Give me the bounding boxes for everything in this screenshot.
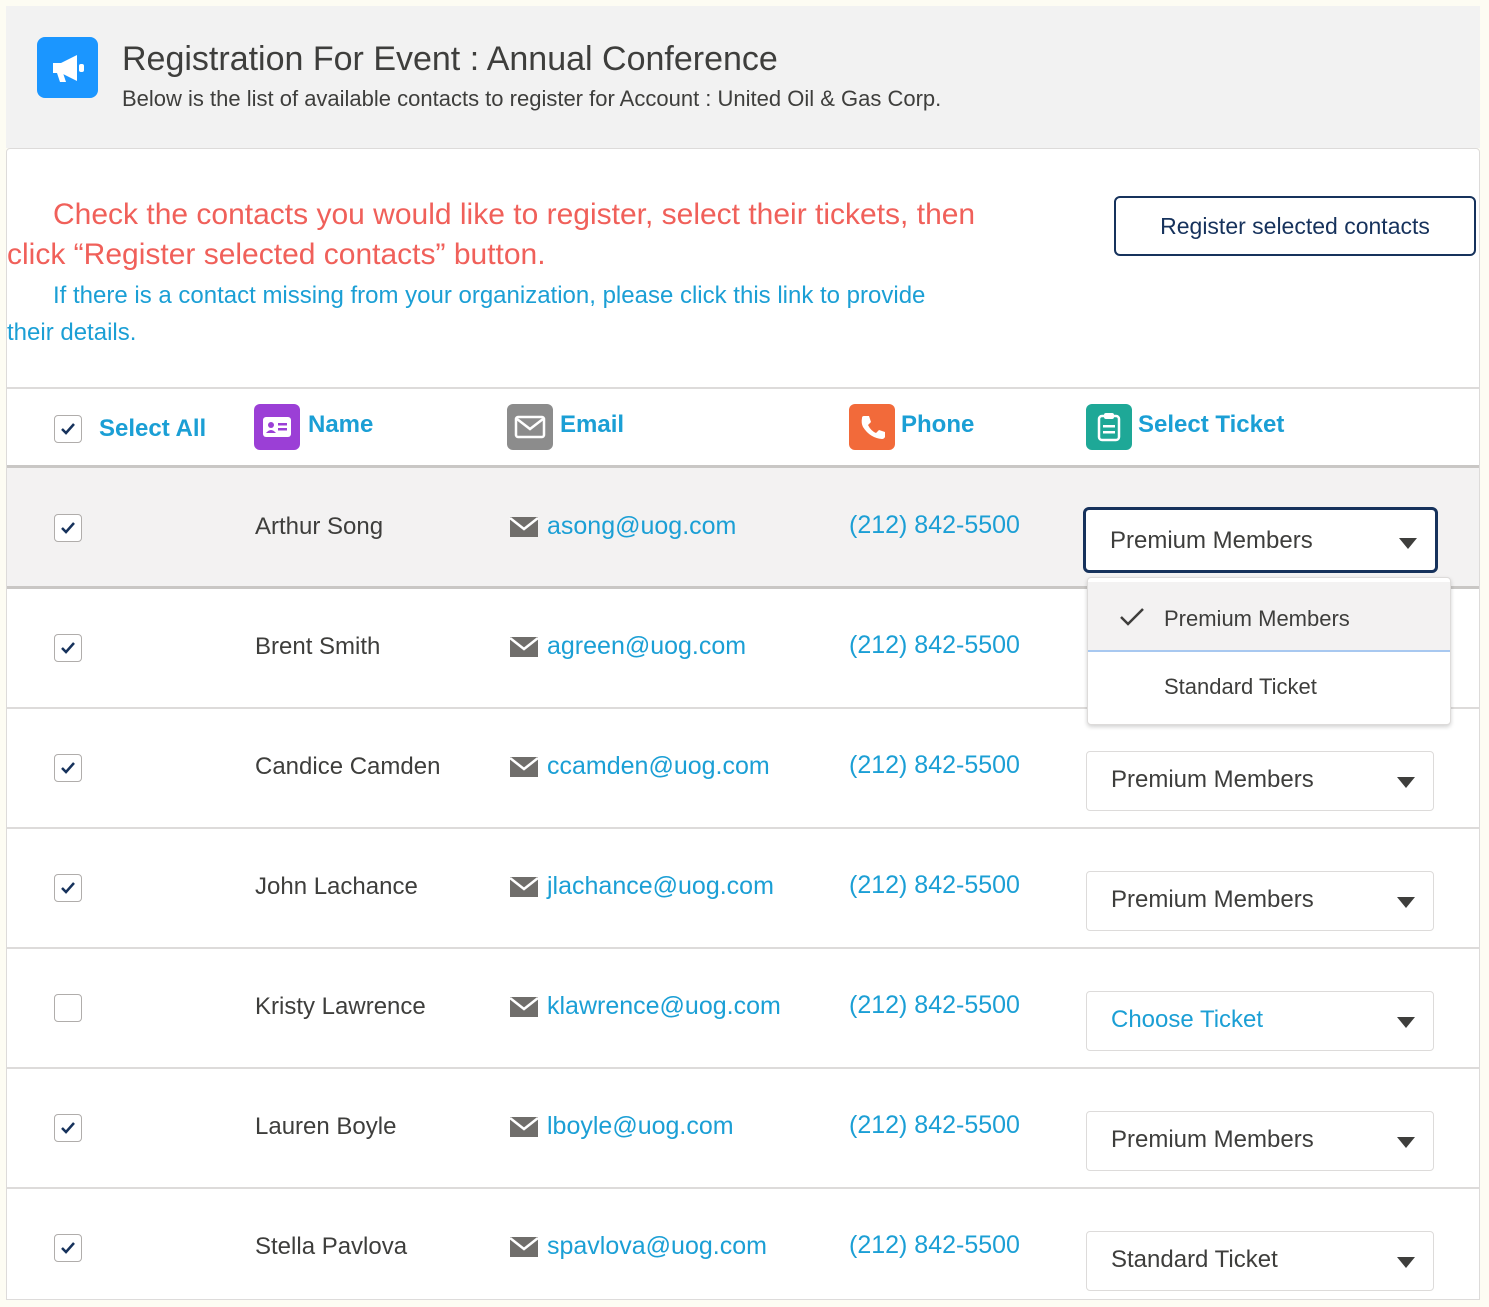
column-header-ticket[interactable]: Select Ticket [1138,411,1284,439]
ticket-select[interactable]: Choose Ticket [1086,991,1434,1051]
envelope-icon [509,636,539,657]
row-checkbox[interactable] [54,874,82,902]
chevron-down-icon [1399,538,1417,549]
email-icon [507,404,553,450]
envelope-icon [509,1116,539,1137]
ticket-select[interactable]: Premium Members [1086,1111,1434,1171]
megaphone-icon [37,37,98,98]
envelope-icon [509,996,539,1017]
checkmark-icon [61,423,75,435]
contact-phone[interactable]: (212) 842-5500 [849,991,1020,1020]
ticket-select-value: Standard Ticket [1111,1246,1278,1273]
select-all-checkbox[interactable] [54,415,82,443]
ticket-dropdown-menu: Premium Members Standard Ticket [1087,577,1451,725]
chevron-down-icon [1397,777,1415,788]
ticket-select-value: Premium Members [1111,766,1314,793]
ticket-select-value: Premium Members [1110,527,1313,554]
page-subtitle: Below is the list of available contacts … [122,86,942,111]
register-selected-button[interactable]: Register selected contacts [1114,196,1476,256]
ticket-select[interactable]: Premium Members [1083,507,1438,573]
contact-email[interactable]: spavlova@uog.com [547,1232,767,1261]
contact-name: Lauren Boyle [255,1113,397,1140]
contact-phone[interactable]: (212) 842-5500 [849,751,1020,780]
contact-name: John Lachance [255,873,418,900]
contact-phone[interactable]: (212) 842-5500 [849,1111,1020,1140]
contact-email-link[interactable]: agreen@uog.com [509,632,746,661]
row-checkbox[interactable] [54,754,82,782]
divider [7,387,1479,389]
table-row: Lauren Boyle lboyle@uog.com (212) 842-55… [7,1069,1479,1187]
ticket-select[interactable]: Premium Members [1086,751,1434,811]
row-checkbox[interactable] [54,514,82,542]
contact-email-link[interactable]: klawrence@uog.com [509,992,781,1021]
contact-name: Stella Pavlova [255,1233,408,1260]
contact-email[interactable]: ccamden@uog.com [547,752,770,781]
contact-email[interactable]: agreen@uog.com [547,632,746,661]
contact-phone[interactable]: (212) 842-5500 [849,1231,1020,1260]
checkmark-icon [61,882,75,894]
missing-contact-link[interactable]: If there is a contact missing from your … [7,277,967,351]
ticket-select[interactable]: Premium Members [1086,871,1434,931]
contact-email-link[interactable]: jlachance@uog.com [509,872,774,901]
column-header-name[interactable]: Name [308,411,373,439]
contact-phone[interactable]: (212) 842-5500 [849,511,1020,540]
table-row: John Lachance jlachance@uog.com (212) 84… [7,829,1479,947]
ticket-select-placeholder: Choose Ticket [1111,1006,1264,1033]
contact-email[interactable]: lboyle@uog.com [547,1112,734,1141]
table-row: Arthur Song asong@uog.com (212) 842-5500… [7,468,1479,586]
envelope-icon [509,756,539,777]
ticket-option-standard[interactable]: Standard Ticket [1088,652,1450,722]
ticket-option-label: Standard Ticket [1164,674,1317,699]
row-checkbox[interactable] [54,1114,82,1142]
contact-name: Kristy Lawrence [255,993,426,1020]
envelope-icon [509,876,539,897]
ticket-select-value: Premium Members [1111,886,1314,913]
ticket-option-label: Premium Members [1164,606,1350,631]
page-header: Registration For Event : Annual Conferen… [6,6,1480,148]
checkmark-icon [61,1122,75,1134]
chevron-down-icon [1397,1137,1415,1148]
checkmark-icon [61,762,75,774]
checkmark-icon [61,642,75,654]
chevron-down-icon [1397,897,1415,908]
contact-name: Arthur Song [255,513,384,540]
contact-name: Brent Smith [255,633,381,660]
clipboard-icon [1086,404,1132,450]
contact-email-link[interactable]: lboyle@uog.com [509,1112,734,1141]
registration-card: Check the contacts you would like to reg… [6,148,1480,1300]
table-row: Kristy Lawrence klawrence@uog.com (212) … [7,949,1479,1067]
checkmark-icon [61,522,75,534]
select-all-label[interactable]: Select All [99,415,206,443]
contact-email[interactable]: jlachance@uog.com [547,872,774,901]
contact-email[interactable]: klawrence@uog.com [547,992,781,1021]
checkmark-icon [1120,608,1144,626]
phone-icon [849,404,895,450]
contact-phone[interactable]: (212) 842-5500 [849,631,1020,660]
contact-name: Candice Camden [255,753,441,780]
contact-email-link[interactable]: asong@uog.com [509,512,736,541]
instructions-text: Check the contacts you would like to reg… [7,198,976,271]
contact-email-link[interactable]: spavlova@uog.com [509,1232,767,1261]
row-checkbox[interactable] [54,634,82,662]
ticket-select[interactable]: Standard Ticket [1086,1231,1434,1291]
page-title: Registration For Event : Annual Conferen… [122,40,778,78]
chevron-down-icon [1397,1017,1415,1028]
ticket-option-premium[interactable]: Premium Members [1088,582,1450,652]
row-checkbox[interactable] [54,1234,82,1262]
contact-email[interactable]: asong@uog.com [547,512,736,541]
table-row: Candice Camden ccamden@uog.com (212) 842… [7,709,1479,827]
envelope-icon [509,1236,539,1257]
column-header-email[interactable]: Email [560,411,624,439]
chevron-down-icon [1397,1257,1415,1268]
contact-card-icon [254,404,300,450]
contact-phone[interactable]: (212) 842-5500 [849,871,1020,900]
contact-email-link[interactable]: ccamden@uog.com [509,752,770,781]
table-row: Stella Pavlova spavlova@uog.com (212) 84… [7,1189,1479,1307]
envelope-icon [509,516,539,537]
column-header-phone[interactable]: Phone [901,411,974,439]
ticket-select-value: Premium Members [1111,1126,1314,1153]
row-checkbox[interactable] [54,994,82,1022]
checkmark-icon [61,1242,75,1254]
